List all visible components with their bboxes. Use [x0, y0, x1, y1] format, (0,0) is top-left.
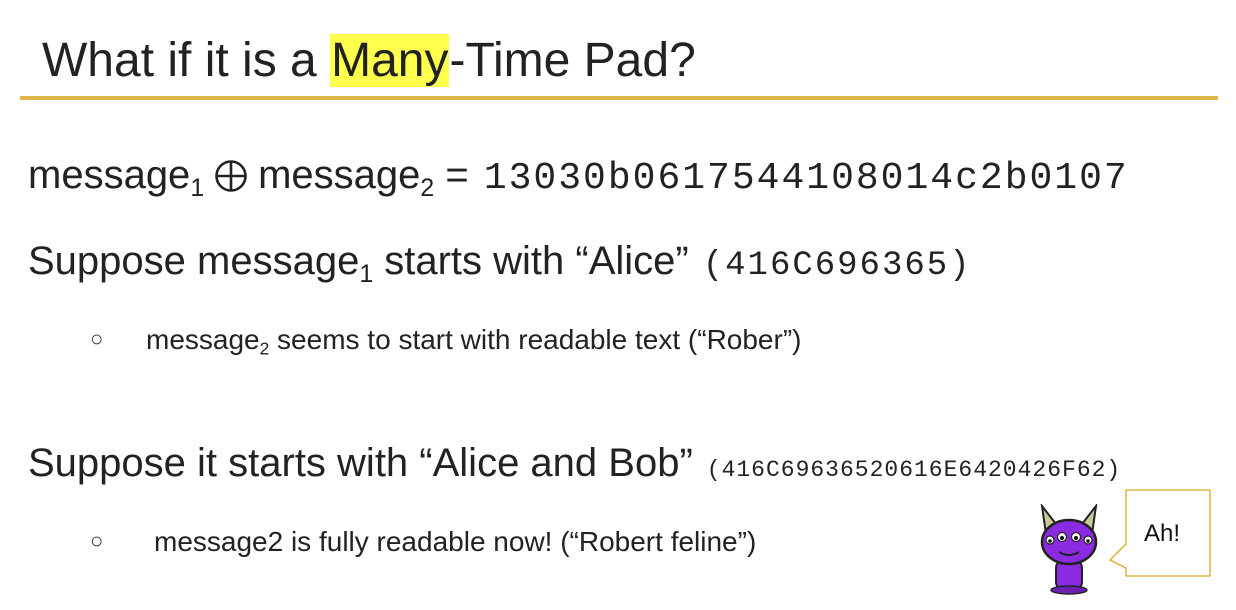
message-a-label: message — [28, 153, 191, 197]
xor-hex-value: 13030b0617544108014c2b0107 — [483, 157, 1129, 200]
suppose-alice-and-bob-line: Suppose it starts with “Alice and Bob” (4… — [28, 436, 1121, 497]
message-a-subscript: 1 — [190, 174, 205, 202]
suppose-alice-and-bob-text: Suppose it starts with “Alice and Bob” — [28, 441, 693, 485]
rober-bullet-text-a: message — [146, 324, 260, 355]
xor-equation: message1 message2 = 13030b0617544108014c2… — [28, 148, 1129, 206]
speech-bubble-text: Ah! — [1144, 520, 1181, 547]
message-b-subscript: 2 — [420, 174, 435, 202]
suppose-alice-text-a: Suppose message — [28, 239, 360, 283]
suppose-alice-subscript: 1 — [359, 260, 374, 288]
rober-bullet-text-b: seems to start with readable text (“Robe… — [269, 324, 802, 355]
slide-title: What if it is a Many-Time Pad? — [42, 30, 696, 92]
robert-feline-bullet: message2 is fully readable now! (“Robert… — [154, 526, 757, 557]
title-post: -Time Pad? — [449, 34, 696, 87]
title-highlight: Many — [330, 34, 450, 87]
suppose-alice-line: Suppose message1 starts with “Alice” (416… — [28, 234, 972, 293]
equals-sign: = — [434, 153, 480, 197]
title-underline — [20, 96, 1218, 100]
suppose-alice-text-b: starts with “Alice” — [373, 239, 689, 283]
xor-icon — [215, 160, 247, 192]
rober-bullet: message2 seems to start with readable te… — [146, 320, 801, 360]
title-pre: What if it is a — [42, 34, 331, 87]
rober-bullet-subscript: 2 — [259, 338, 270, 359]
alice-and-bob-hex-value: (416C69636520616E6420426F62) — [706, 457, 1122, 483]
message-b-label: message — [258, 153, 421, 197]
bullet-marker: ○ — [90, 326, 104, 351]
bullet-marker: ○ — [90, 528, 104, 553]
purple-monster-mascot-icon — [1040, 504, 1098, 595]
alice-hex-value: (416C696365) — [702, 247, 972, 285]
